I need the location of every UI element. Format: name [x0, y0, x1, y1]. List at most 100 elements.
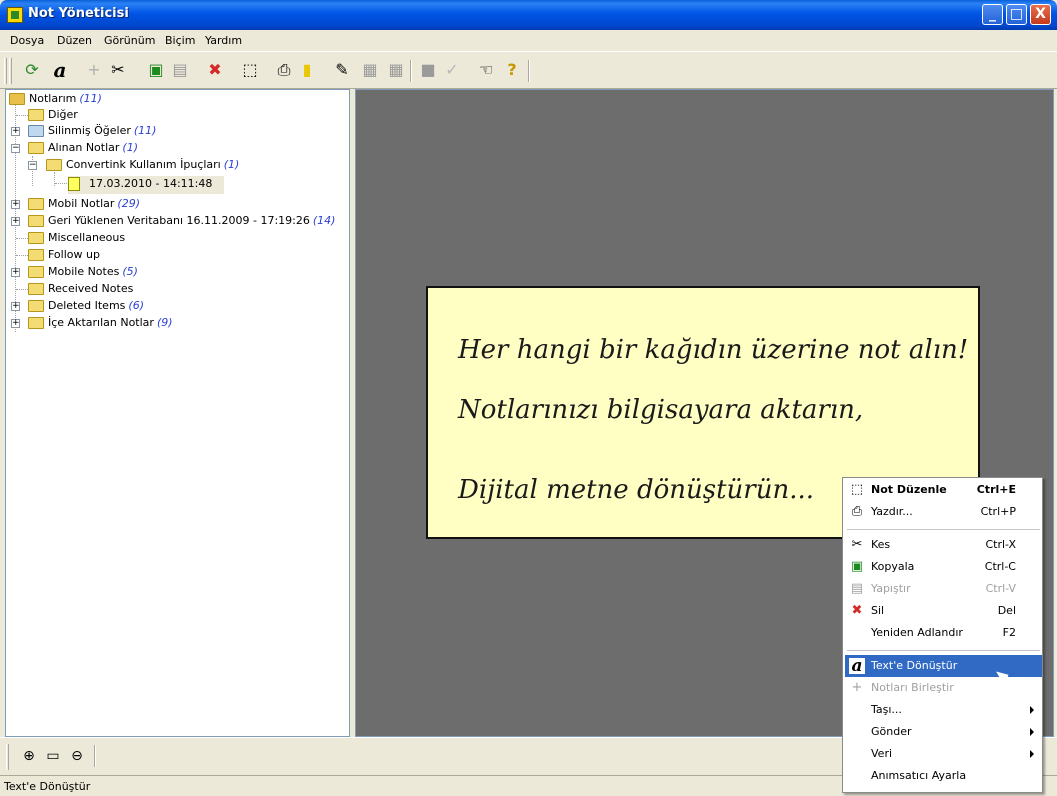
- expand-toggle[interactable]: +: [11, 217, 20, 226]
- context-menu: ⬚ Not Düzenle Ctrl+E ⎙ Yazdır... Ctrl+P …: [842, 477, 1043, 793]
- folder-icon: [28, 198, 44, 210]
- convert-text-icon: a: [849, 658, 865, 675]
- tree-item-count: (6): [128, 299, 144, 312]
- tree-line: [16, 255, 28, 256]
- expand-toggle[interactable]: +: [11, 127, 20, 136]
- tree-item-follow-up[interactable]: Follow up: [28, 247, 100, 263]
- menu-separator: [847, 650, 1040, 651]
- tree-item-count: (1): [223, 158, 240, 171]
- menu-item-veri[interactable]: Veri: [845, 743, 1042, 765]
- tree-item-received-notes[interactable]: Received Notes: [28, 281, 133, 297]
- tree-item-silinmis-ogeler[interactable]: Silinmiş Öğeler (11): [28, 123, 156, 139]
- collapse-toggle[interactable]: −: [28, 161, 37, 170]
- menu-item-sil[interactable]: ✖ Sil Del: [845, 600, 1042, 622]
- tree-item-label: Deleted Items: [48, 299, 126, 312]
- menu-item-animsatici-ayarla[interactable]: Anımsatıcı Ayarla: [845, 765, 1042, 787]
- folder-icon: [28, 215, 44, 227]
- menu-item-texte-donustur[interactable]: a Text'e Dönüştür: [845, 655, 1042, 677]
- menu-item-kes[interactable]: ✂ Kes Ctrl-X: [845, 534, 1042, 556]
- tree-item-ice-aktarilan[interactable]: İçe Aktarılan Notlar (9): [28, 315, 173, 331]
- new-note-icon[interactable]: ▮: [297, 60, 317, 80]
- zoom-out-icon[interactable]: ⊖: [68, 747, 86, 765]
- menu-item-gonder[interactable]: Gönder: [845, 721, 1042, 743]
- menu-item-yeniden-adlandir[interactable]: Yeniden Adlandır F2: [845, 622, 1042, 644]
- copy-icon[interactable]: ▣: [146, 60, 166, 80]
- cut-icon: ✂: [851, 537, 863, 552]
- maximize-button[interactable]: □: [1006, 4, 1027, 25]
- cut-icon[interactable]: ✂: [108, 60, 128, 80]
- menu-item-shortcut: Ctrl+P: [980, 505, 1016, 518]
- menu-item-label: Yapıştır: [871, 582, 911, 595]
- zoom-in-icon[interactable]: ⊕: [20, 747, 38, 765]
- delete-icon: ✖: [851, 603, 863, 618]
- tree-item-geri-yuklenen[interactable]: Geri Yüklenen Veritabanı 16.11.2009 - 17…: [28, 213, 335, 229]
- tree-item-count: (1): [122, 141, 139, 154]
- tree-item-label: Convertink Kullanım İpuçları: [66, 158, 221, 171]
- tree-item-count: (14): [312, 214, 336, 227]
- tree-item-label: Silinmiş Öğeler: [48, 124, 131, 137]
- app-icon: [7, 7, 23, 23]
- status-text: Text'e Dönüştür: [4, 780, 91, 793]
- tree-item-count: (9): [156, 316, 173, 329]
- sync-icon[interactable]: ⟳: [22, 60, 42, 80]
- toolbar-grip[interactable]: [9, 58, 12, 84]
- menu-item-kopyala[interactable]: ▣ Kopyala Ctrl-C: [845, 556, 1042, 578]
- menu-gorunum[interactable]: Görünüm: [104, 34, 155, 47]
- menu-dosya[interactable]: Dosya: [10, 34, 44, 47]
- menu-duzen[interactable]: Düzen: [57, 34, 92, 47]
- tree-item-notlarim[interactable]: Notlarım (11): [9, 91, 102, 107]
- copy-icon: ▣: [850, 559, 864, 574]
- close-button[interactable]: X: [1030, 4, 1051, 25]
- toolbar-separator: [94, 745, 96, 767]
- expand-toggle[interactable]: +: [11, 319, 20, 328]
- window-title: Not Yöneticisi: [28, 6, 129, 21]
- tree-item-mobile-notes[interactable]: Mobile Notes (5): [28, 264, 138, 280]
- expand-toggle[interactable]: +: [11, 200, 20, 209]
- menu-item-yapistir: ▤ Yapıştır Ctrl-V: [845, 578, 1042, 600]
- tree-item-label: Alınan Notlar: [48, 141, 120, 154]
- merge-icon: +: [87, 60, 101, 79]
- title-bar[interactable]: Not Yöneticisi _ □ X: [0, 0, 1057, 30]
- folder-icon: [28, 142, 44, 154]
- menu-item-label: Veri: [871, 747, 893, 760]
- tree-item-miscellaneous[interactable]: Miscellaneous: [28, 230, 125, 246]
- hand-tool-icon[interactable]: ☜: [476, 60, 496, 80]
- tree-item-count: (11): [133, 124, 157, 137]
- edit-note-icon[interactable]: ⬚: [240, 60, 260, 80]
- menu-item-not-duzenle[interactable]: ⬚ Not Düzenle Ctrl+E: [845, 479, 1042, 501]
- tree-item-diger[interactable]: Diğer: [28, 107, 78, 123]
- rename-icon[interactable]: ✎: [332, 60, 352, 80]
- menu-item-tasi[interactable]: Taşı...: [845, 699, 1042, 721]
- tree-item-note[interactable]: 17.03.2010 - 14:11:48: [68, 176, 224, 194]
- menu-item-label: Anımsatıcı Ayarla: [871, 769, 967, 782]
- toolbar-grip[interactable]: [6, 744, 9, 770]
- tree-item-mobil-notlar[interactable]: Mobil Notlar (29): [28, 196, 140, 212]
- menu-item-yazdir[interactable]: ⎙ Yazdır... Ctrl+P: [845, 501, 1042, 523]
- submenu-arrow-icon: [1030, 706, 1034, 714]
- folder-icon: [28, 232, 44, 244]
- menu-item-label: Gönder: [871, 725, 912, 738]
- submenu-arrow-icon: [1030, 728, 1034, 736]
- toolbar-grip[interactable]: [4, 58, 7, 84]
- convert-text-icon[interactable]: a: [50, 60, 70, 80]
- help-icon[interactable]: ?: [502, 60, 522, 80]
- delete-icon[interactable]: ✖: [205, 60, 225, 80]
- expand-toggle[interactable]: +: [11, 268, 20, 277]
- menu-bar: Dosya Düzen Görünüm Biçim Yardım: [0, 30, 1057, 51]
- menu-bicim[interactable]: Biçim: [165, 34, 195, 47]
- folder-icon: [28, 249, 44, 261]
- menu-separator: [847, 529, 1040, 530]
- menu-item-label: Taşı...: [871, 703, 902, 716]
- folder-tree[interactable]: Notlarım (11) Diğer + Silinmiş Öğeler (11)…: [5, 89, 350, 737]
- tree-item-alinan-notlar[interactable]: Alınan Notlar (1): [28, 140, 138, 156]
- menu-item-shortcut: Ctrl+E: [976, 483, 1016, 496]
- tree-item-deleted-items[interactable]: Deleted Items (6): [28, 298, 144, 314]
- expand-toggle[interactable]: +: [11, 302, 20, 311]
- menu-yardim[interactable]: Yardım: [205, 34, 242, 47]
- fit-icon[interactable]: ▭: [44, 747, 62, 765]
- folder-icon: [46, 159, 62, 171]
- minimize-button[interactable]: _: [982, 4, 1003, 25]
- tree-item-convertink-ipuclari[interactable]: Convertink Kullanım İpuçları (1): [46, 157, 239, 173]
- print-icon[interactable]: ⎙: [274, 60, 294, 80]
- collapse-toggle[interactable]: −: [11, 144, 20, 153]
